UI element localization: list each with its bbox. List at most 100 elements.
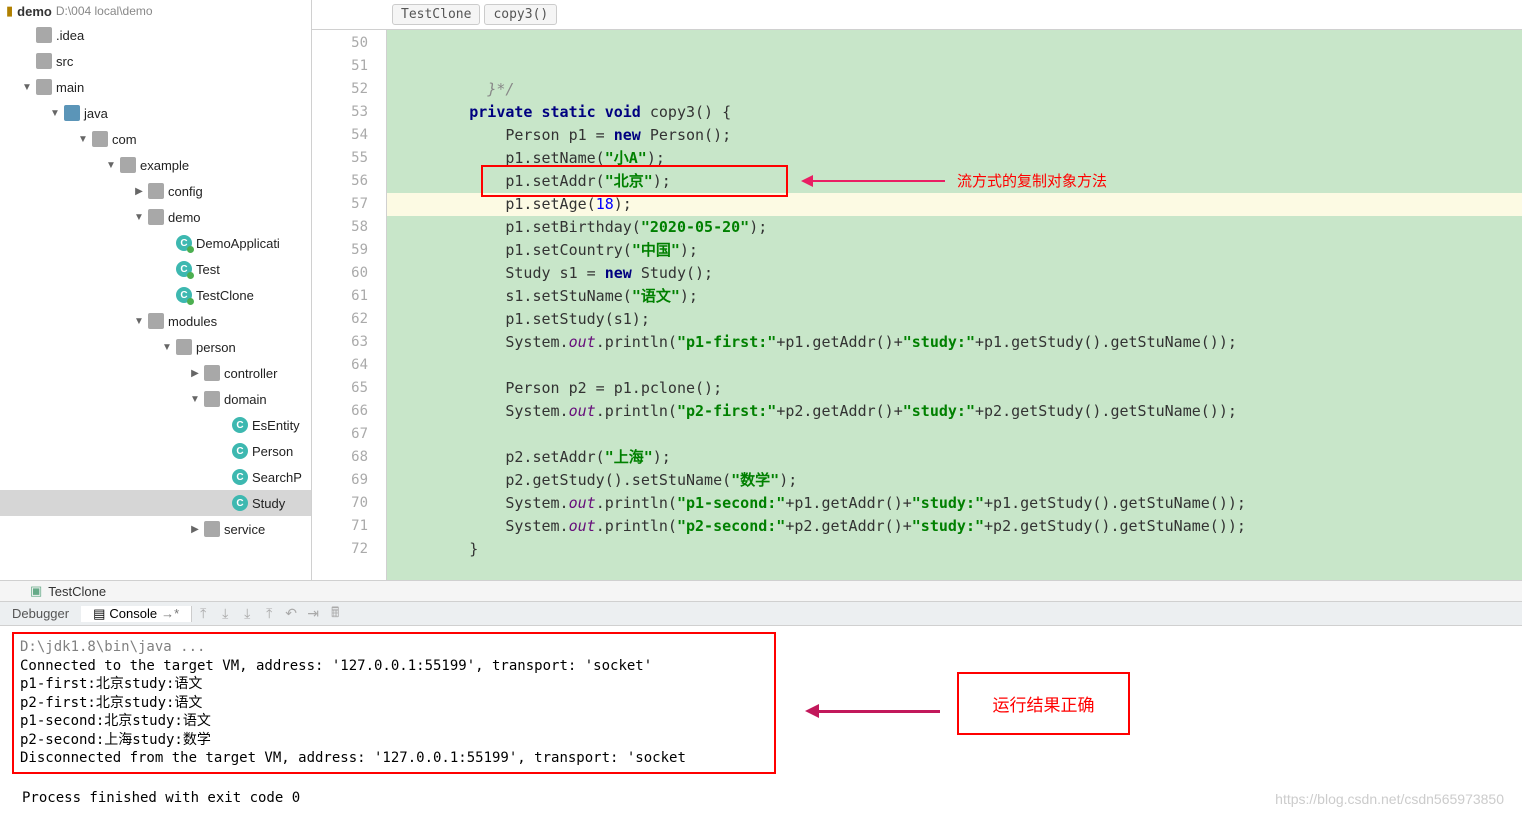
tree-label: .idea bbox=[56, 28, 84, 43]
console-output[interactable]: D:\jdk1.8\bin\java ... Connected to the … bbox=[12, 632, 776, 774]
line-gutter: 5051525354555657585960616263646566676869… bbox=[312, 30, 387, 580]
tree-label: java bbox=[84, 106, 108, 121]
class-icon: C bbox=[176, 261, 192, 277]
tree-label: example bbox=[140, 158, 189, 173]
tree-item-testclone[interactable]: CTestClone bbox=[0, 282, 311, 308]
tree-expand-icon[interactable]: ▶ bbox=[130, 182, 148, 200]
tree-expand-icon bbox=[214, 468, 232, 486]
tree-item-com[interactable]: ▼ com bbox=[0, 126, 311, 152]
step-over-icon[interactable]: ⤒ bbox=[192, 605, 214, 622]
console-icon: ▤ bbox=[93, 606, 105, 622]
tab-console[interactable]: ▤ Console →* bbox=[81, 606, 192, 622]
tree-expand-icon[interactable]: ▼ bbox=[46, 104, 64, 122]
tree-expand-icon bbox=[214, 494, 232, 512]
tree-expand-icon[interactable]: ▶ bbox=[186, 364, 204, 382]
tree-item-config[interactable]: ▶ config bbox=[0, 178, 311, 204]
folder-icon bbox=[36, 27, 52, 43]
run-config-icon: ▣ bbox=[30, 583, 42, 599]
tree-header[interactable]: ▮ demo D:\004 local\demo bbox=[0, 0, 311, 22]
tree-item-service[interactable]: ▶ service bbox=[0, 516, 311, 542]
tree-expand-icon[interactable]: ▼ bbox=[102, 156, 120, 174]
folder-icon bbox=[64, 105, 80, 121]
tree-item-test[interactable]: C Test bbox=[0, 256, 311, 282]
class-icon: C bbox=[232, 495, 248, 511]
calc-icon[interactable]: 🖩 bbox=[324, 602, 346, 626]
tree-item-java[interactable]: ▼ java bbox=[0, 100, 311, 126]
debug-tab-bar: Debugger ▤ Console →* ⤒ ⤓ ⤓ ⤒ ↶ ⇥ 🖩 bbox=[0, 602, 1522, 626]
class-icon: C bbox=[176, 287, 192, 303]
folder-icon bbox=[148, 183, 164, 199]
tree-expand-icon[interactable]: ▼ bbox=[130, 208, 148, 226]
tree-label: config bbox=[168, 184, 203, 199]
tree-label: Person bbox=[252, 444, 293, 459]
tree-item-.idea[interactable]: .idea bbox=[0, 22, 311, 48]
step-into2-icon[interactable]: ⤓ bbox=[236, 605, 258, 622]
project-path: D:\004 local\demo bbox=[56, 4, 153, 18]
tree-expand-icon bbox=[214, 442, 232, 460]
tree-expand-icon[interactable]: ▼ bbox=[158, 338, 176, 356]
project-tree: ▮ demo D:\004 local\demo .ideasrc▼main▼j… bbox=[0, 0, 312, 580]
tree-label: controller bbox=[224, 366, 277, 381]
tree-item-src[interactable]: src bbox=[0, 48, 311, 74]
tree-expand-icon[interactable]: ▼ bbox=[18, 78, 36, 96]
tree-item-demo[interactable]: ▼ demo bbox=[0, 204, 311, 230]
class-icon: C bbox=[232, 443, 248, 459]
tree-label: domain bbox=[224, 392, 267, 407]
arrow-icon bbox=[805, 180, 945, 182]
tree-item-esentity[interactable]: CEsEntity bbox=[0, 412, 311, 438]
editor-area: TestClone copy3() 5051525354555657585960… bbox=[312, 0, 1522, 580]
breadcrumb-method[interactable]: copy3() bbox=[484, 4, 557, 25]
tree-label: src bbox=[56, 54, 73, 69]
class-icon: C bbox=[176, 235, 192, 251]
run-to-cursor-icon[interactable]: ⇥ bbox=[302, 605, 324, 622]
folder-icon bbox=[36, 53, 52, 69]
tree-expand-icon bbox=[158, 234, 176, 252]
arrow-icon bbox=[810, 710, 940, 713]
tree-expand-icon bbox=[158, 286, 176, 304]
folder-icon bbox=[36, 79, 52, 95]
step-out-icon[interactable]: ⤒ bbox=[258, 605, 280, 622]
tree-item-main[interactable]: ▼main bbox=[0, 74, 311, 100]
step-into-icon[interactable]: ⤓ bbox=[214, 605, 236, 622]
tree-label: person bbox=[196, 340, 236, 355]
run-config-label[interactable]: TestClone bbox=[48, 584, 106, 599]
code-annotation: 流方式的复制对象方法 bbox=[957, 170, 1107, 193]
tree-item-domain[interactable]: ▼ domain bbox=[0, 386, 311, 412]
folder-icon bbox=[204, 391, 220, 407]
tree-expand-icon bbox=[18, 52, 36, 70]
tree-label: SearchP bbox=[252, 470, 302, 485]
tree-label: com bbox=[112, 132, 137, 147]
folder-icon bbox=[204, 365, 220, 381]
tree-expand-icon[interactable]: ▶ bbox=[186, 520, 204, 538]
pin-icon: →* bbox=[161, 606, 179, 621]
tree-expand-icon[interactable]: ▼ bbox=[130, 312, 148, 330]
tree-item-controller[interactable]: ▶ controller bbox=[0, 360, 311, 386]
folder-icon bbox=[92, 131, 108, 147]
folder-icon bbox=[148, 209, 164, 225]
breadcrumb-class[interactable]: TestClone bbox=[392, 4, 480, 25]
tree-expand-icon[interactable]: ▼ bbox=[186, 390, 204, 408]
tree-item-searchp[interactable]: CSearchP bbox=[0, 464, 311, 490]
tree-item-modules[interactable]: ▼modules bbox=[0, 308, 311, 334]
folder-icon bbox=[148, 313, 164, 329]
drop-frame-icon[interactable]: ↶ bbox=[280, 605, 302, 622]
tree-label: demo bbox=[168, 210, 201, 225]
tree-item-study[interactable]: C Study bbox=[0, 490, 311, 516]
folder-icon bbox=[204, 521, 220, 537]
tree-label: Test bbox=[196, 262, 220, 277]
tab-debugger[interactable]: Debugger bbox=[0, 606, 81, 621]
tree-item-person[interactable]: ▼ person bbox=[0, 334, 311, 360]
project-title: demo bbox=[17, 4, 52, 19]
tree-label: service bbox=[224, 522, 265, 537]
tree-item-person[interactable]: C Person bbox=[0, 438, 311, 464]
console-panel: D:\jdk1.8\bin\java ... Connected to the … bbox=[0, 626, 1522, 816]
tree-label: Study bbox=[252, 496, 285, 511]
tree-expand-icon[interactable]: ▼ bbox=[74, 130, 92, 148]
tree-expand-icon bbox=[158, 260, 176, 278]
tree-item-demoapplicati[interactable]: CDemoApplicati bbox=[0, 230, 311, 256]
result-annotation: 运行结果正确 bbox=[957, 672, 1130, 735]
tree-label: EsEntity bbox=[252, 418, 300, 433]
tree-item-example[interactable]: ▼ example bbox=[0, 152, 311, 178]
watermark: https://blog.csdn.net/csdn565973850 bbox=[1275, 791, 1504, 807]
code-editor[interactable]: }*/ private static void copy3() { Person… bbox=[387, 30, 1522, 580]
